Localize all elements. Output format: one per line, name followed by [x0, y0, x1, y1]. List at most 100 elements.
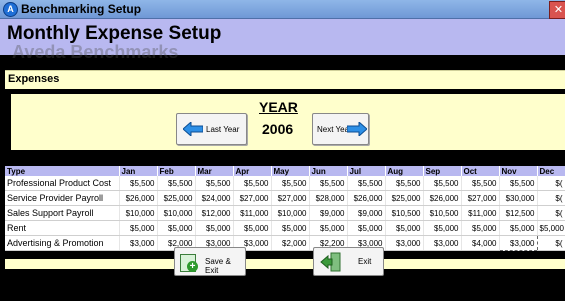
- table-cell[interactable]: $(: [537, 205, 565, 221]
- table-cell[interactable]: $5,500: [233, 176, 272, 191]
- save-and-exit-label: Save & Exit: [205, 257, 231, 275]
- page-subtitle: Aveda Benchmarks: [12, 42, 179, 62]
- table-cell[interactable]: $12,000: [195, 205, 234, 221]
- table-cell[interactable]: $2,000: [271, 235, 310, 251]
- column-header: Sep: [423, 166, 462, 176]
- table-cell[interactable]: $(: [537, 235, 565, 251]
- table-cell[interactable]: $11,000: [461, 205, 500, 221]
- table-cell[interactable]: $26,000: [119, 190, 158, 206]
- next-year-button[interactable]: Next Year: [312, 113, 369, 145]
- row-type-cell: Service Provider Payroll: [5, 190, 120, 206]
- table-row: Service Provider Payroll $26,000 $25,000…: [5, 190, 565, 206]
- table-cell[interactable]: $26,000: [423, 190, 462, 206]
- table-cell[interactable]: $5,000: [195, 220, 234, 236]
- table-row: Professional Product Cost $5,500 $5,500 …: [5, 176, 565, 191]
- expenses-section-bar: Expenses: [5, 70, 565, 89]
- table-cell[interactable]: $27,000: [271, 190, 310, 206]
- table-cell[interactable]: $28,000: [309, 190, 348, 206]
- table-cell[interactable]: $25,000: [157, 190, 196, 206]
- table-cell[interactable]: $5,500: [499, 176, 538, 191]
- table-cell[interactable]: $3,000: [423, 235, 462, 251]
- last-year-label: Last Year: [206, 125, 240, 134]
- row-type-cell: Advertising & Promotion: [5, 235, 120, 251]
- table-cell[interactable]: $26,000: [347, 190, 386, 206]
- right-arrow-icon: [347, 122, 367, 136]
- table-cell[interactable]: $5,500: [195, 176, 234, 191]
- row-type-cell: Sales Support Payroll: [5, 205, 120, 221]
- column-header: Type: [5, 166, 120, 176]
- column-header: Aug: [385, 166, 424, 176]
- table-cell[interactable]: $5,000: [233, 220, 272, 236]
- table-cell-selected[interactable]: $3,000: [498, 235, 538, 251]
- table-header-row: Type Jan Feb Mar Apr May Jun Jul Aug Sep…: [5, 166, 565, 176]
- table-cell[interactable]: $9,000: [309, 205, 348, 221]
- bottom-band: [5, 259, 565, 269]
- row-type-cell: Rent: [5, 220, 120, 236]
- table-cell[interactable]: $27,000: [233, 190, 272, 206]
- table-cell[interactable]: $5,500: [309, 176, 348, 191]
- table-cell[interactable]: $5,500: [347, 176, 386, 191]
- column-header: Jan: [119, 166, 158, 176]
- section-label: Expenses: [8, 73, 60, 85]
- table-cell[interactable]: $5,000: [499, 220, 538, 236]
- table-cell[interactable]: $5,500: [385, 176, 424, 191]
- table-cell[interactable]: $(: [537, 190, 565, 206]
- table-row: Advertising & Promotion $3,000 $2,000 $3…: [5, 235, 565, 251]
- table-cell[interactable]: $5,000: [461, 220, 500, 236]
- column-header: Dec: [537, 166, 565, 176]
- year-navigator: Last Year YEAR 2006 Next Year: [11, 94, 565, 150]
- table-cell[interactable]: $24,000: [195, 190, 234, 206]
- exit-button[interactable]: Exit: [313, 247, 384, 276]
- table-cell[interactable]: $3,000: [119, 235, 158, 251]
- row-type-cell: Professional Product Cost: [5, 176, 120, 191]
- table-cell[interactable]: $5,500: [119, 176, 158, 191]
- table-cell[interactable]: $10,000: [119, 205, 158, 221]
- exit-door-icon: [320, 252, 341, 272]
- year-value: 2006: [262, 121, 294, 137]
- table-cell[interactable]: $5,500: [157, 176, 196, 191]
- last-year-button[interactable]: Last Year: [176, 113, 247, 145]
- app-icon: A: [3, 2, 18, 17]
- table-cell[interactable]: $5,000: [385, 220, 424, 236]
- table-cell[interactable]: $25,000: [385, 190, 424, 206]
- table-cell[interactable]: $5,000: [537, 220, 565, 236]
- table-cell[interactable]: $27,000: [461, 190, 500, 206]
- table-cell[interactable]: $9,000: [347, 205, 386, 221]
- table-cell[interactable]: $10,500: [385, 205, 424, 221]
- table-cell[interactable]: $5,000: [157, 220, 196, 236]
- window-titlebar: A Benchmarking Setup ✕: [0, 0, 565, 19]
- column-header: Jul: [347, 166, 386, 176]
- close-button[interactable]: ✕: [549, 1, 565, 19]
- table-cell[interactable]: $11,000: [233, 205, 272, 221]
- table-cell[interactable]: $5,000: [119, 220, 158, 236]
- table-cell[interactable]: $5,000: [309, 220, 348, 236]
- table-row: Sales Support Payroll $10,000 $10,000 $1…: [5, 205, 565, 221]
- save-and-exit-button[interactable]: + Save & Exit: [174, 247, 246, 276]
- window-title: Benchmarking Setup: [21, 2, 142, 16]
- table-cell[interactable]: $3,000: [385, 235, 424, 251]
- column-header: May: [271, 166, 310, 176]
- add-icon: +: [187, 261, 198, 272]
- year-label: YEAR: [259, 99, 298, 115]
- table-cell[interactable]: $30,000: [499, 190, 538, 206]
- column-header: Nov: [499, 166, 538, 176]
- table-cell[interactable]: $5,000: [423, 220, 462, 236]
- table-cell[interactable]: $5,500: [271, 176, 310, 191]
- table-cell[interactable]: $10,500: [423, 205, 462, 221]
- column-header: Feb: [157, 166, 196, 176]
- expense-table: Type Jan Feb Mar Apr May Jun Jul Aug Sep…: [5, 166, 565, 251]
- column-header: Jun: [309, 166, 348, 176]
- table-cell[interactable]: $5,000: [271, 220, 310, 236]
- table-cell[interactable]: $12,500: [499, 205, 538, 221]
- table-cell[interactable]: $(: [537, 176, 565, 191]
- table-cell[interactable]: $5,500: [461, 176, 500, 191]
- table-cell[interactable]: $10,000: [271, 205, 310, 221]
- table-cell[interactable]: $5,500: [423, 176, 462, 191]
- table-cell[interactable]: $4,000: [461, 235, 500, 251]
- expense-table-container: Type Jan Feb Mar Apr May Jun Jul Aug Sep…: [5, 166, 565, 251]
- page-header: Monthly Expense Setup Aveda Benchmarks: [0, 19, 565, 62]
- column-header: Apr: [233, 166, 272, 176]
- table-cell[interactable]: $5,000: [347, 220, 386, 236]
- table-cell[interactable]: $10,000: [157, 205, 196, 221]
- column-header: Oct: [461, 166, 500, 176]
